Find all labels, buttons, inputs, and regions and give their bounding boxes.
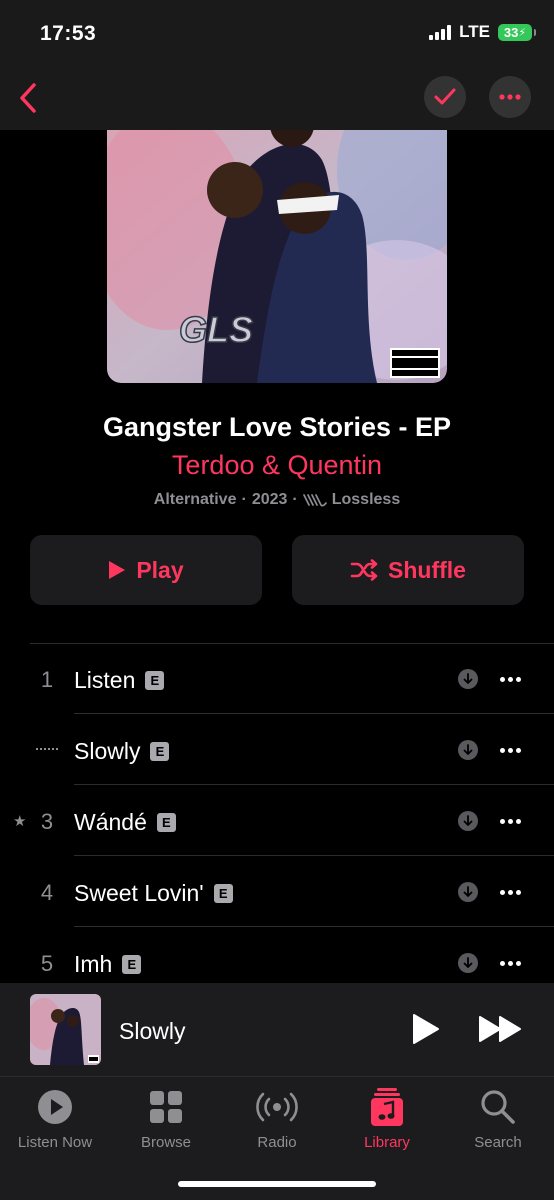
track-more-button[interactable] bbox=[496, 740, 524, 760]
mini-play-button[interactable] bbox=[410, 1013, 440, 1050]
album-title: Gangster Love Stories - EP bbox=[102, 412, 452, 442]
fast-forward-icon bbox=[479, 1016, 521, 1042]
downloaded-icon bbox=[458, 953, 478, 973]
tab-library[interactable]: Library bbox=[332, 1083, 442, 1151]
track-more-button[interactable] bbox=[496, 882, 524, 902]
track-title: Wándé bbox=[74, 809, 147, 835]
play-icon bbox=[413, 1014, 439, 1044]
track-row[interactable]: ★ 3 Wándé E bbox=[0, 785, 554, 856]
tab-listen-now[interactable]: Listen Now bbox=[0, 1083, 110, 1151]
now-playing-indicator-icon bbox=[36, 748, 58, 751]
play-icon bbox=[109, 561, 126, 579]
track-row[interactable]: 1 Listen E bbox=[0, 643, 554, 714]
album-artist-link[interactable]: Terdoo & Quentin bbox=[0, 450, 554, 481]
tab-label: Listen Now bbox=[17, 1134, 93, 1151]
network-type: LTE bbox=[459, 22, 490, 41]
tab-label: Search bbox=[474, 1134, 522, 1151]
grid-icon bbox=[150, 1091, 182, 1123]
lossless-icon bbox=[302, 494, 327, 507]
tab-label: Radio bbox=[257, 1134, 297, 1151]
cellular-signal-icon bbox=[429, 24, 452, 40]
mini-player-artwork bbox=[30, 994, 101, 1065]
tab-label: Library bbox=[364, 1134, 410, 1151]
album-artwork: GLS bbox=[107, 100, 447, 383]
favorite-star-icon: ★ bbox=[13, 813, 27, 830]
shuffle-button[interactable]: Shuffle bbox=[292, 535, 524, 605]
chevron-left-icon bbox=[20, 83, 36, 113]
radio-waves-icon bbox=[256, 1092, 298, 1122]
track-more-button[interactable] bbox=[496, 953, 524, 973]
track-number: 4 bbox=[40, 880, 54, 905]
tab-search[interactable]: Search bbox=[443, 1083, 553, 1151]
downloaded-icon bbox=[458, 669, 478, 689]
downloaded-icon bbox=[458, 740, 478, 760]
audio-quality: Lossless bbox=[331, 491, 401, 508]
top-bar: 17:53 LTE 33 ⚡ bbox=[0, 0, 554, 130]
album-year: 2023 bbox=[251, 491, 288, 508]
tab-browse[interactable]: Browse bbox=[111, 1083, 221, 1151]
explicit-badge: E bbox=[213, 884, 233, 903]
next-track-button[interactable] bbox=[478, 1013, 524, 1050]
added-to-library-button[interactable] bbox=[424, 76, 466, 118]
track-title: Sweet Lovin' bbox=[74, 880, 204, 906]
shuffle-button-label: Shuffle bbox=[388, 556, 466, 583]
artwork-logo-text: GLS bbox=[179, 309, 253, 350]
downloaded-icon bbox=[458, 811, 478, 831]
more-options-button[interactable] bbox=[489, 76, 531, 118]
track-row[interactable]: Slowly E bbox=[0, 714, 554, 785]
tab-radio[interactable]: Radio bbox=[222, 1083, 332, 1151]
battery-icon: 33 ⚡ bbox=[498, 23, 536, 41]
explicit-badge: E bbox=[156, 813, 176, 832]
track-more-button[interactable] bbox=[496, 811, 524, 831]
album-metadata: Alternative · 2023 · Lossless bbox=[153, 491, 401, 508]
downloaded-icon bbox=[458, 882, 478, 902]
play-button-label: Play bbox=[136, 556, 184, 583]
music-note-icon bbox=[371, 1088, 403, 1126]
battery-level: 33 bbox=[503, 24, 519, 40]
status-time: 17:53 bbox=[40, 22, 97, 45]
track-number: 1 bbox=[40, 667, 54, 692]
track-row[interactable]: 4 Sweet Lovin' E bbox=[0, 856, 554, 927]
tab-label: Browse bbox=[140, 1134, 192, 1151]
back-button[interactable] bbox=[8, 78, 48, 118]
track-title: Imh bbox=[74, 951, 113, 977]
track-number: 3 bbox=[40, 809, 54, 834]
checkmark-icon bbox=[434, 88, 456, 105]
now-playing-title: Slowly bbox=[119, 1018, 186, 1044]
track-more-button[interactable] bbox=[496, 669, 524, 689]
shuffle-icon bbox=[350, 559, 378, 581]
magnifier-icon bbox=[481, 1090, 515, 1124]
track-title: Listen bbox=[74, 667, 136, 693]
track-number: 5 bbox=[40, 951, 54, 976]
album-genre: Alternative bbox=[153, 491, 237, 508]
explicit-badge: E bbox=[150, 742, 170, 761]
home-indicator[interactable] bbox=[178, 1181, 376, 1187]
ellipsis-icon bbox=[499, 94, 521, 100]
explicit-badge: E bbox=[145, 671, 165, 690]
parental-advisory-label bbox=[390, 348, 440, 378]
play-button[interactable]: Play bbox=[30, 535, 262, 605]
mini-player[interactable]: Slowly bbox=[0, 983, 554, 1077]
status-indicators: LTE 33 ⚡ bbox=[429, 22, 536, 42]
track-title: Slowly bbox=[74, 738, 141, 764]
play-circle-icon bbox=[38, 1090, 72, 1124]
explicit-badge: E bbox=[122, 955, 142, 974]
